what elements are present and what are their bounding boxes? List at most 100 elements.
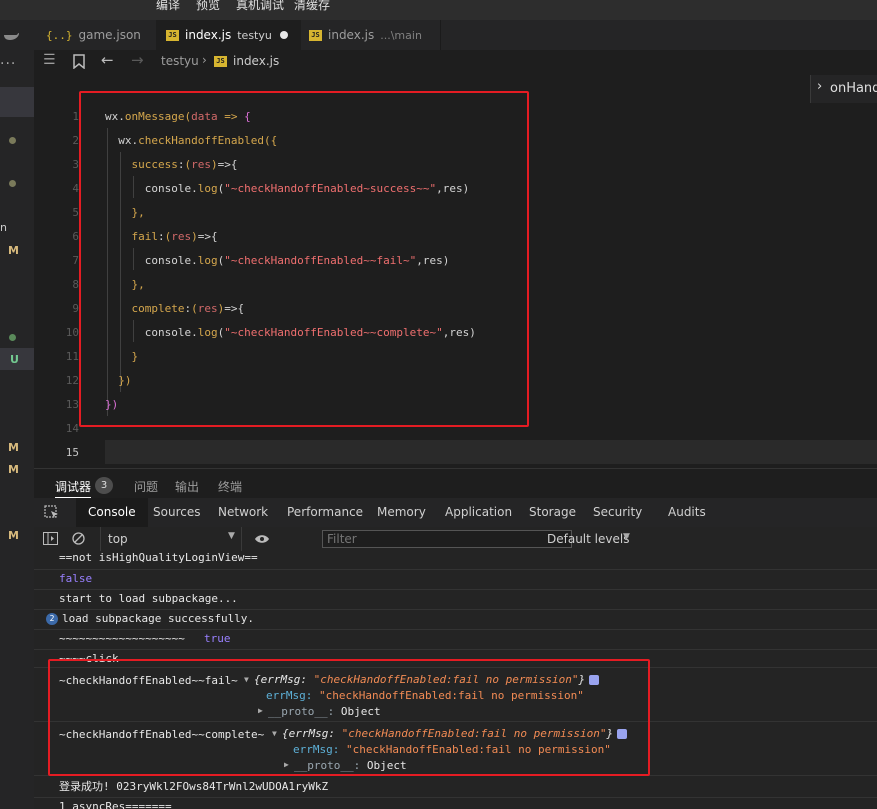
panel-header: 调试器 3 问题 输出 终端	[34, 468, 877, 499]
tab-label: game.json	[78, 28, 141, 42]
log-text: start to load subpackage...	[59, 592, 238, 605]
tab-label: index.js	[328, 28, 375, 42]
breadcrumb: ☰ ← → testyu › JS index.js	[34, 50, 877, 74]
current-line-highlight	[105, 440, 877, 464]
scm-mark: M	[8, 529, 19, 542]
line-number: 14	[65, 422, 79, 435]
tab-audits[interactable]: Audits	[668, 498, 706, 527]
tab-application[interactable]: Application	[445, 498, 512, 527]
console-row: ==not isHighQualityLoginView==	[34, 551, 877, 570]
line-number: 1	[72, 110, 79, 123]
preview-menu[interactable]: 预览	[196, 0, 220, 13]
tab-problems[interactable]: 问题	[134, 478, 158, 495]
line-number: 4	[72, 182, 79, 195]
sidebar-toggle-icon[interactable]	[43, 532, 58, 545]
console-row: start to load subpackage...	[34, 589, 877, 610]
line-number: 11	[65, 350, 79, 363]
log-text: 1 asyncRes=======	[59, 800, 172, 809]
line-number: 8	[72, 278, 79, 291]
filter-input[interactable]	[322, 530, 572, 548]
console-toolbar: top ▼ Default levels ▼	[34, 527, 877, 552]
tab-output[interactable]: 输出	[175, 478, 199, 495]
dropdown-arrow-icon: ▼	[228, 531, 235, 541]
repeat-count-badge: 2	[46, 613, 58, 625]
compile-menu[interactable]: 编译	[156, 0, 180, 13]
clear-console-icon[interactable]	[72, 532, 85, 545]
docker-icon[interactable]	[3, 29, 19, 41]
tab-console[interactable]: Console	[76, 498, 148, 527]
json-icon: {..}	[46, 28, 73, 42]
change-dot	[9, 137, 16, 144]
eye-icon[interactable]	[254, 534, 270, 544]
log-value: true	[204, 632, 231, 645]
forward-arrow-icon[interactable]: →	[131, 51, 144, 69]
more-icon[interactable]: ···	[0, 56, 16, 72]
remote-debug-menu[interactable]: 真机调试	[236, 0, 284, 13]
tab-hint: ...\main	[380, 28, 422, 42]
console-row: 2 load subpackage successfully.	[34, 609, 877, 630]
tab-terminal[interactable]: 终端	[218, 478, 242, 495]
editor-tabs: {..} game.json JS index.js testyu JS ind…	[34, 20, 877, 51]
scm-mark: n	[0, 221, 7, 234]
tab-index-js-main[interactable]: JS index.js ...\main	[301, 20, 441, 50]
scm-mark: U	[10, 353, 19, 366]
bookmark-icon[interactable]	[73, 54, 85, 69]
js-icon: JS	[309, 29, 322, 41]
tab-sources[interactable]: Sources	[153, 498, 200, 527]
tab-game-json[interactable]: {..} game.json	[34, 20, 156, 50]
log-text: ==not isHighQualityLoginView==	[59, 551, 258, 564]
console-highlight-box	[48, 659, 650, 776]
console-row: 1 asyncRes=======	[34, 797, 877, 809]
unsaved-dot-icon[interactable]	[279, 31, 288, 39]
chevron-right-icon: ›	[817, 79, 823, 94]
log-levels-select[interactable]: Default levels	[547, 532, 629, 546]
scm-mark: M	[8, 441, 19, 454]
js-icon: JS	[166, 29, 179, 41]
clear-cache-menu[interactable]: 清缓存	[294, 0, 330, 13]
chevron-right-icon: ›	[202, 53, 207, 67]
breadcrumb-folder[interactable]: testyu	[161, 54, 199, 68]
console-row: ~~~~~~~~~~~~~~~~~~~ true	[34, 629, 877, 650]
tab-performance[interactable]: Performance	[287, 498, 363, 527]
tab-memory[interactable]: Memory	[377, 498, 426, 527]
scm-mark: M	[8, 244, 19, 257]
change-dot	[9, 334, 16, 341]
line-number: 5	[72, 206, 79, 219]
change-dot	[9, 180, 16, 187]
log-text: ~~~~~~~~~~~~~~~~~~~	[59, 632, 185, 645]
outline-label: onHand	[830, 81, 877, 96]
log-text: 登录成功! 023ryWkl2FOws84TrWnl2wUDOA1ryWkZ	[59, 780, 329, 793]
top-menu-bar: 编译 预览 真机调试 清缓存	[0, 0, 877, 20]
debugger-count-badge: 3	[95, 477, 113, 494]
tab-security[interactable]: Security	[593, 498, 642, 527]
tab-network[interactable]: Network	[218, 498, 268, 527]
scm-mark: M	[8, 463, 19, 476]
tab-label: index.js	[185, 28, 232, 42]
line-number: 13	[65, 398, 79, 411]
line-number: 3	[72, 158, 79, 171]
log-text: load subpackage successfully.	[62, 612, 255, 625]
line-number: 7	[72, 254, 79, 267]
dropdown-arrow-icon: ▼	[623, 532, 630, 542]
console-row: 登录成功! 023ryWkl2FOws84TrWnl2wUDOA1ryWkZ	[34, 775, 877, 798]
tab-index-js-testyu[interactable]: JS index.js testyu	[156, 20, 301, 50]
line-number: 10	[65, 326, 79, 339]
line-number: 9	[72, 302, 79, 315]
selected-row	[0, 87, 34, 117]
tab-storage[interactable]: Storage	[529, 498, 576, 527]
console-row: false	[34, 569, 877, 590]
outline-popup[interactable]: › onHand	[810, 75, 877, 103]
breadcrumb-file[interactable]: index.js	[233, 54, 279, 68]
log-text: false	[59, 572, 93, 585]
code-highlight-box	[79, 91, 529, 427]
list-icon[interactable]: ☰	[43, 52, 56, 68]
back-arrow-icon[interactable]: ←	[101, 51, 114, 69]
tab-hint: testyu	[237, 28, 272, 42]
line-number: 12	[65, 374, 79, 387]
js-icon: JS	[214, 56, 227, 67]
line-number: 6	[72, 230, 79, 243]
tab-debugger[interactable]: 调试器	[55, 478, 92, 498]
devtools-tabs: Console Sources Network Performance Memo…	[34, 498, 877, 528]
context-select[interactable]: top ▼	[100, 527, 242, 551]
inspect-icon[interactable]	[44, 505, 60, 520]
